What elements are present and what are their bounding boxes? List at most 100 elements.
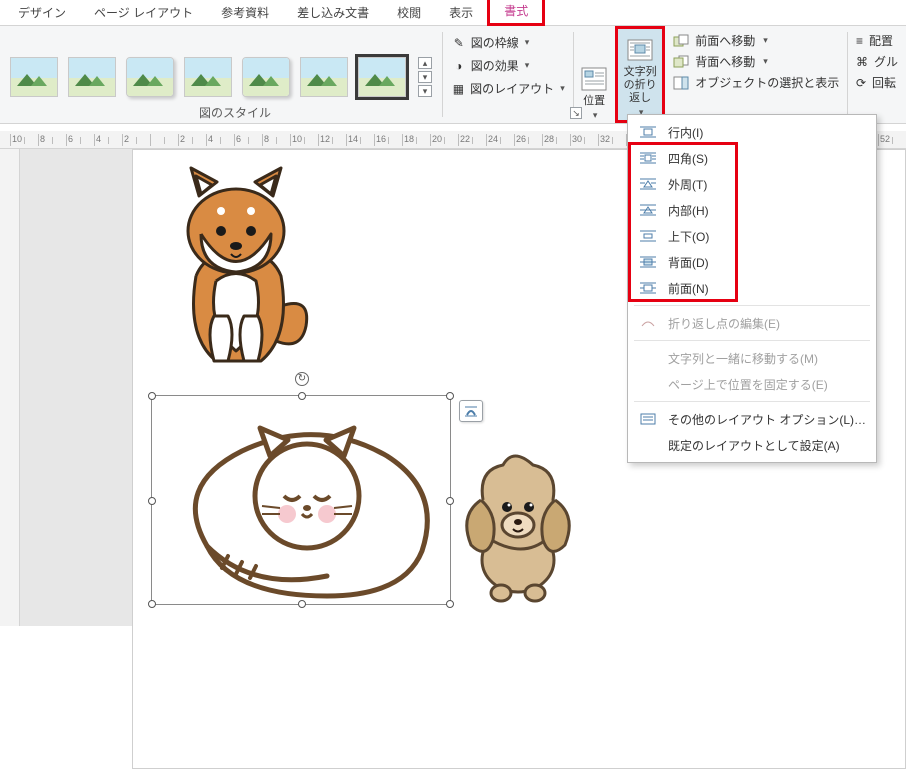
image-shiba-dog[interactable] (151, 156, 321, 381)
menu-separator (634, 401, 870, 402)
vertical-ruler[interactable] (0, 149, 20, 626)
picture-layout-label: 図のレイアウト (470, 80, 554, 97)
arrange-column-2: ≡ 配置 ⌘ グル ⟳ 回転 (848, 26, 906, 123)
edit-points-icon (638, 315, 658, 331)
gallery-more-icon[interactable]: ▾ (418, 85, 432, 97)
dialog-launcher-icon[interactable]: ↘ (570, 107, 582, 119)
wrap-square-icon (638, 150, 658, 166)
wrap-edit-points-label: 折り返し点の編集(E) (668, 315, 780, 332)
resize-handle-n[interactable] (298, 392, 306, 400)
wrap-square-label: 四角(S) (668, 150, 708, 167)
style-thumb[interactable] (126, 57, 174, 97)
group-label-picture-styles: 図のスタイル (0, 104, 470, 121)
resize-handle-s[interactable] (298, 600, 306, 608)
wrap-tight-icon (638, 176, 658, 192)
align-button[interactable]: ≡ 配置 (854, 32, 900, 49)
dropdown-icon: ▾ (763, 35, 768, 46)
wrap-through-icon (638, 202, 658, 218)
wrap-more-options[interactable]: その他のレイアウト オプション(L)… (628, 406, 876, 432)
ribbon-format: ▴ ▾ ▾ 図のスタイル ↘ ✎ 図の枠線 ▾ ◑ 図の効果 ▾ ▦ 図のレイア… (0, 26, 906, 124)
picture-effects-button[interactable]: ◑ 図の効果 ▾ (447, 55, 569, 76)
wrap-text-button[interactable]: 文字列の折り返し ▾ (615, 26, 665, 123)
picture-layout-button[interactable]: ▦ 図のレイアウト ▾ (447, 78, 569, 99)
align-icon: ≡ (856, 34, 863, 48)
more-options-icon (638, 411, 658, 427)
tab-design[interactable]: デザイン (4, 0, 80, 25)
wrap-set-default[interactable]: 既定のレイアウトとして設定(A) (628, 432, 876, 458)
send-backward-button[interactable]: 背面へ移動 ▾ (671, 53, 841, 70)
picture-border-label: 図の枠線 (471, 34, 519, 51)
menu-separator (634, 305, 870, 306)
selection-pane-button[interactable]: オブジェクトの選択と表示 (671, 74, 841, 91)
resize-handle-nw[interactable] (148, 392, 156, 400)
resize-handle-sw[interactable] (148, 600, 156, 608)
wrap-topbottom-icon (638, 228, 658, 244)
wrap-behind-icon (638, 254, 658, 270)
wrap-inline-label: 行内(I) (668, 124, 703, 141)
wrap-behind[interactable]: 背面(D) (628, 249, 876, 275)
tab-page-layout[interactable]: ページ レイアウト (80, 0, 207, 25)
style-thumb-selected[interactable] (358, 57, 406, 97)
group-button[interactable]: ⌘ グル (854, 53, 900, 70)
dropdown-icon: ▾ (593, 110, 598, 121)
wrap-through-label: 内部(H) (668, 202, 709, 219)
dropdown-icon: ▾ (525, 60, 530, 71)
image-poodle[interactable] (453, 445, 583, 605)
tab-references[interactable]: 参考資料 (207, 0, 283, 25)
wrap-square[interactable]: 四角(S) (628, 145, 876, 171)
tab-mailings[interactable]: 差し込み文書 (283, 0, 383, 25)
wrap-front[interactable]: 前面(N) (628, 275, 876, 301)
layout-options-badge[interactable] (459, 400, 483, 422)
align-label: 配置 (869, 32, 893, 49)
tab-review[interactable]: 校閲 (383, 0, 435, 25)
pencil-icon: ✎ (451, 36, 467, 50)
wrap-tight[interactable]: 外周(T) (628, 171, 876, 197)
dropdown-icon: ▾ (560, 83, 565, 94)
wrap-behind-label: 背面(D) (668, 254, 709, 271)
bring-forward-button[interactable]: 前面へ移動 ▾ (671, 32, 841, 49)
layout-icon: ▦ (451, 82, 466, 96)
wrap-move-with-text-label: 文字列と一緒に移動する(M) (668, 350, 818, 367)
wrap-edit-points: 折り返し点の編集(E) (628, 310, 876, 336)
style-thumb[interactable] (68, 57, 116, 97)
selection-pane-label: オブジェクトの選択と表示 (695, 74, 839, 91)
wrap-inline[interactable]: 行内(I) (628, 119, 876, 145)
tab-view[interactable]: 表示 (435, 0, 487, 25)
dropdown-icon: ▾ (763, 56, 768, 67)
send-backward-icon (673, 55, 689, 69)
wrap-inline-icon (638, 124, 658, 140)
tab-format[interactable]: 書式 (487, 0, 545, 26)
wrap-tight-label: 外周(T) (668, 176, 707, 193)
rotate-icon: ⟳ (856, 76, 866, 90)
style-thumb[interactable] (242, 57, 290, 97)
position-icon (578, 65, 610, 93)
resize-handle-w[interactable] (148, 497, 156, 505)
wrap-topbottom[interactable]: 上下(O) (628, 223, 876, 249)
wrap-fix-position: ページ上で位置を固定する(E) (628, 371, 876, 397)
rotate-handle[interactable] (295, 372, 309, 386)
wrap-front-label: 前面(N) (668, 280, 709, 297)
gallery-up-icon[interactable]: ▴ (418, 57, 432, 69)
style-thumb[interactable] (10, 57, 58, 97)
gallery-scroll[interactable]: ▴ ▾ ▾ (418, 57, 432, 97)
wrap-text-icon (624, 36, 656, 64)
rotate-button[interactable]: ⟳ 回転 (854, 74, 900, 91)
wrap-text-menu: 行内(I) 四角(S) 外周(T) 内部(H) 上下(O) 背面(D) 前面(N… (627, 114, 877, 463)
wrap-set-default-label: 既定のレイアウトとして設定(A) (668, 437, 840, 454)
style-thumb[interactable] (300, 57, 348, 97)
wrap-text-label: 文字列の折り返し (620, 66, 660, 106)
wrap-through[interactable]: 内部(H) (628, 197, 876, 223)
style-thumb[interactable] (184, 57, 232, 97)
dropdown-icon: ▾ (525, 37, 530, 48)
wrap-front-icon (638, 280, 658, 296)
wrap-fix-position-label: ページ上で位置を固定する(E) (668, 376, 828, 393)
menu-separator (634, 340, 870, 341)
gallery-down-icon[interactable]: ▾ (418, 71, 432, 83)
bring-forward-icon (673, 34, 689, 48)
position-label: 位置 (583, 95, 605, 108)
picture-effects-label: 図の効果 (471, 57, 519, 74)
picture-border-button[interactable]: ✎ 図の枠線 ▾ (447, 32, 569, 53)
image-sleeping-cat-selection[interactable] (151, 395, 451, 605)
wrap-more-options-label: その他のレイアウト オプション(L)… (668, 411, 866, 428)
resize-handle-ne[interactable] (446, 392, 454, 400)
